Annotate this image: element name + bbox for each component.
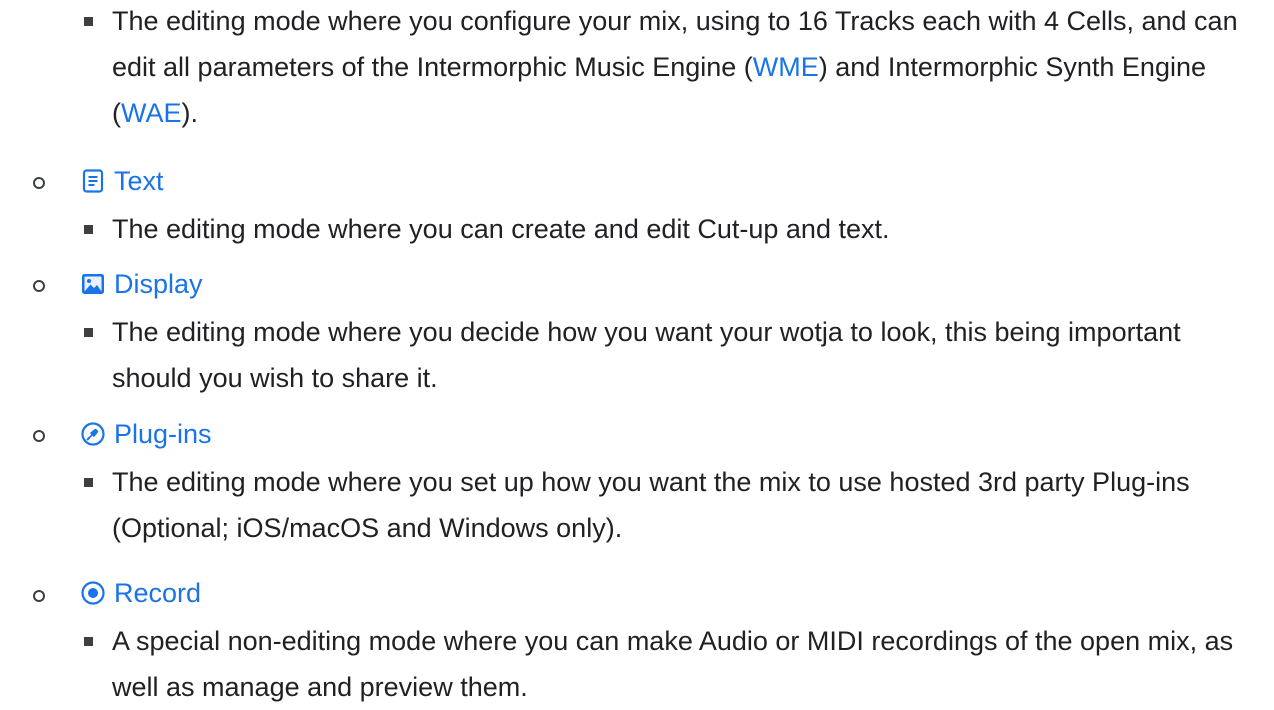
wme-link[interactable]: WME <box>753 52 819 82</box>
wae-link[interactable]: WAE <box>121 98 182 128</box>
plugins-mode-link[interactable]: Plug-ins <box>80 411 212 457</box>
document-icon <box>80 168 106 194</box>
square-bullet-icon <box>84 225 93 234</box>
plugins-mode-description-item: The editing mode where you set up how yo… <box>84 459 1252 551</box>
record-mode-description: A special non-editing mode where you can… <box>112 626 1234 702</box>
square-bullet-icon <box>84 637 93 646</box>
record-mode-description-item: A special non-editing mode where you can… <box>84 618 1252 710</box>
plugins-mode-label: Plug-ins <box>114 419 212 449</box>
record-icon <box>80 580 106 606</box>
display-mode-label: Display <box>114 269 203 299</box>
square-bullet-icon <box>84 328 93 337</box>
text-mode-description: The editing mode where you can create an… <box>112 214 890 244</box>
intro-text-after-wae: ). <box>181 98 199 128</box>
record-mode-link[interactable]: Record <box>80 570 201 616</box>
plugins-mode-description: The editing mode where you set up how yo… <box>112 467 1190 543</box>
square-bullet-icon <box>84 17 93 26</box>
text-mode-description-item: The editing mode where you can create an… <box>84 206 1252 252</box>
intro-text: The editing mode where you configure you… <box>112 0 1252 136</box>
plug-icon <box>80 421 106 447</box>
circle-bullet-icon <box>33 280 45 292</box>
square-bullet-icon <box>84 478 93 487</box>
record-mode-label: Record <box>114 578 202 608</box>
text-mode-link[interactable]: Text <box>80 158 164 204</box>
image-icon <box>80 271 106 297</box>
text-mode-label: Text <box>114 166 164 196</box>
circle-bullet-icon <box>33 590 45 602</box>
display-mode-description-item: The editing mode where you decide how yo… <box>84 309 1252 401</box>
intro-list-item: The editing mode where you configure you… <box>84 0 1252 136</box>
circle-bullet-icon <box>33 177 45 189</box>
display-mode-link[interactable]: Display <box>80 261 203 307</box>
display-mode-description: The editing mode where you decide how yo… <box>112 317 1181 393</box>
circle-bullet-icon <box>33 430 45 442</box>
